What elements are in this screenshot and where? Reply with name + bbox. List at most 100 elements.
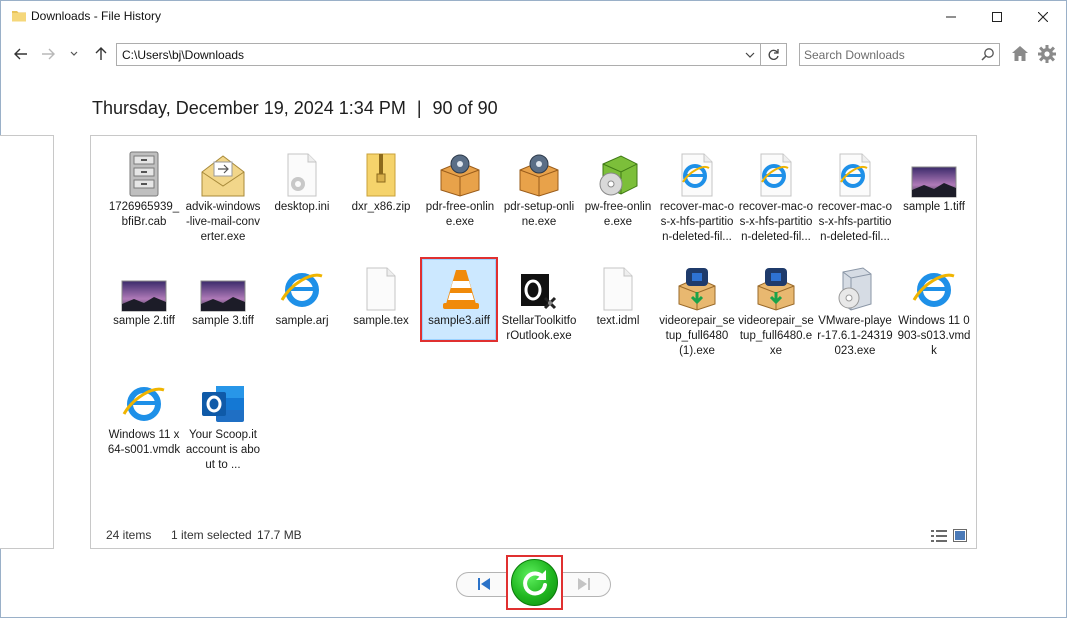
internet-explorer-icon	[263, 262, 341, 312]
file-item[interactable]: sample 1.tiff	[895, 148, 973, 215]
settings-file-icon	[263, 148, 341, 198]
file-name: dxr_x86.zip	[351, 201, 411, 213]
installer-box-icon	[500, 148, 578, 198]
file-name: Windows 11 x64-s001.vmdk	[107, 429, 181, 456]
file-name: desktop.ini	[274, 201, 330, 213]
search-input[interactable]	[804, 46, 974, 63]
file-item[interactable]: pdr-setup-online.exe	[500, 148, 578, 230]
back-button[interactable]	[10, 43, 32, 65]
file-list-panel: 1726965939_bfiBr.cab advik-windows-live-…	[90, 135, 977, 549]
file-name: text.idml	[596, 315, 640, 327]
file-item[interactable]: dxr_x86.zip	[342, 148, 420, 215]
forward-button[interactable]	[37, 43, 59, 65]
search-box[interactable]	[799, 43, 1000, 66]
file-item[interactable]: advik-windows-live-mail-converter.exe	[184, 148, 262, 245]
file-name: sample 2.tiff	[113, 315, 175, 327]
file-item[interactable]: sample 2.tiff	[105, 262, 183, 329]
file-item[interactable]: 1726965939_bfiBr.cab	[105, 148, 183, 230]
search-icon[interactable]	[981, 47, 995, 64]
selection-count: 1 item selected	[171, 528, 252, 542]
file-name: sample.arj	[275, 315, 329, 327]
refresh-button[interactable]	[761, 43, 787, 66]
restore-button[interactable]	[511, 559, 558, 606]
file-item[interactable]: desktop.ini	[263, 148, 341, 215]
file-item[interactable]: pdr-free-online.exe	[421, 148, 499, 230]
previous-snapshot-panel[interactable]	[0, 135, 54, 549]
home-button[interactable]	[1011, 45, 1031, 65]
file-item[interactable]: Windows 11 0903-s013.vmdk	[895, 262, 973, 359]
internet-explorer-icon	[105, 376, 183, 426]
file-name: recover-mac-os-x-hfs-partition-deleted-f…	[817, 201, 893, 243]
internet-explorer-file-icon	[737, 148, 815, 198]
title-bar: Downloads - File History	[1, 1, 1066, 32]
video-repair-installer-icon	[737, 262, 815, 312]
file-item[interactable]: videorepair_setup_full6480 (1).exe	[658, 262, 736, 359]
minimize-button[interactable]	[928, 1, 974, 32]
file-name: sample.tex	[353, 315, 409, 327]
file-item[interactable]: VMware-player-17.6.1-24319023.exe	[816, 262, 894, 359]
file-item[interactable]: StellarToolkitforOutlook.exe	[500, 262, 578, 344]
close-button[interactable]	[1020, 1, 1066, 32]
file-name: advik-windows-live-mail-converter.exe	[185, 201, 261, 243]
file-item[interactable]: sample.tex	[342, 262, 420, 329]
internet-explorer-file-icon	[658, 148, 736, 198]
internet-explorer-icon	[895, 262, 973, 312]
image-thumbnail-icon	[105, 262, 183, 312]
file-item[interactable]: sample 3.tiff	[184, 262, 262, 329]
snapshot-heading: Thursday, December 19, 2024 1:34 PM | 90 o…	[92, 98, 498, 119]
file-name: pw-free-online.exe	[584, 201, 652, 228]
status-bar: 24 items 1 item selected 17.7 MB	[91, 524, 976, 548]
file-name: videorepair_setup_full6480 (1).exe	[659, 315, 735, 357]
file-item[interactable]: pw-free-online.exe	[579, 148, 657, 230]
previous-version-button[interactable]	[471, 574, 497, 594]
file-name: pdr-setup-online.exe	[503, 201, 575, 228]
file-item[interactable]: recover-mac-os-x-hfs-partition-deleted-f…	[816, 148, 894, 245]
selection-size: 17.7 MB	[257, 528, 302, 542]
recent-locations-chevron-icon[interactable]	[63, 43, 85, 65]
blank-file-icon	[342, 262, 420, 312]
file-name: 1726965939_bfiBr.cab	[108, 201, 180, 228]
cabinet-icon	[105, 148, 183, 198]
navigation-bar: C:\Users\bj\Downloads	[1, 39, 1066, 69]
folder-icon	[11, 8, 27, 24]
file-name: Your Scoop.it account is about to ...	[185, 429, 261, 471]
file-item[interactable]: recover-mac-os-x-hfs-partition-deleted-f…	[658, 148, 736, 245]
file-name: sample 3.tiff	[192, 315, 254, 327]
file-item-selected[interactable]: sample3.aiff	[420, 257, 498, 342]
file-name: StellarToolkitforOutlook.exe	[501, 315, 577, 342]
file-item[interactable]: sample.arj	[263, 262, 341, 329]
file-name: sample 1.tiff	[903, 201, 965, 213]
software-box-icon	[579, 148, 657, 198]
details-view-icon[interactable]	[931, 530, 947, 545]
maximize-button[interactable]	[974, 1, 1020, 32]
zip-folder-icon	[342, 148, 420, 198]
large-icons-view-icon[interactable]	[953, 529, 967, 545]
file-name: Windows 11 0903-s013.vmdk	[897, 315, 971, 357]
file-name: sample3.aiff	[428, 315, 490, 327]
stellar-outlook-icon	[500, 262, 578, 312]
blank-file-icon	[579, 262, 657, 312]
window-title: Downloads - File History	[31, 9, 162, 23]
vmware-installer-icon	[816, 262, 894, 312]
address-bar[interactable]: C:\Users\bj\Downloads	[116, 43, 761, 66]
file-name: recover-mac-os-x-hfs-partition-deleted-f…	[659, 201, 735, 243]
file-item[interactable]: Your Scoop.it account is about to ...	[184, 376, 262, 473]
image-thumbnail-icon	[895, 148, 973, 198]
next-version-button[interactable]	[571, 574, 597, 594]
item-count: 24 items	[106, 528, 152, 542]
file-name: VMware-player-17.6.1-24319023.exe	[817, 315, 893, 357]
file-item[interactable]: recover-mac-os-x-hfs-partition-deleted-f…	[737, 148, 815, 245]
internet-explorer-file-icon	[816, 148, 894, 198]
heading-separator: |	[416, 98, 422, 118]
file-item[interactable]: Windows 11 x64-s001.vmdk	[105, 376, 183, 458]
restore-arrow-icon	[522, 569, 547, 595]
settings-gear-icon[interactable]	[1037, 44, 1059, 66]
address-dropdown-chevron-icon[interactable]	[740, 44, 760, 65]
address-path: C:\Users\bj\Downloads	[122, 48, 245, 62]
file-item[interactable]: text.idml	[579, 262, 657, 329]
file-name: recover-mac-os-x-hfs-partition-deleted-f…	[738, 201, 814, 243]
file-item[interactable]: videorepair_setup_full6480.exe	[737, 262, 815, 359]
up-button[interactable]	[90, 43, 112, 65]
installer-box-icon	[421, 148, 499, 198]
file-history-window: Downloads - File History C:\Users\bj\Dow…	[0, 0, 1067, 618]
